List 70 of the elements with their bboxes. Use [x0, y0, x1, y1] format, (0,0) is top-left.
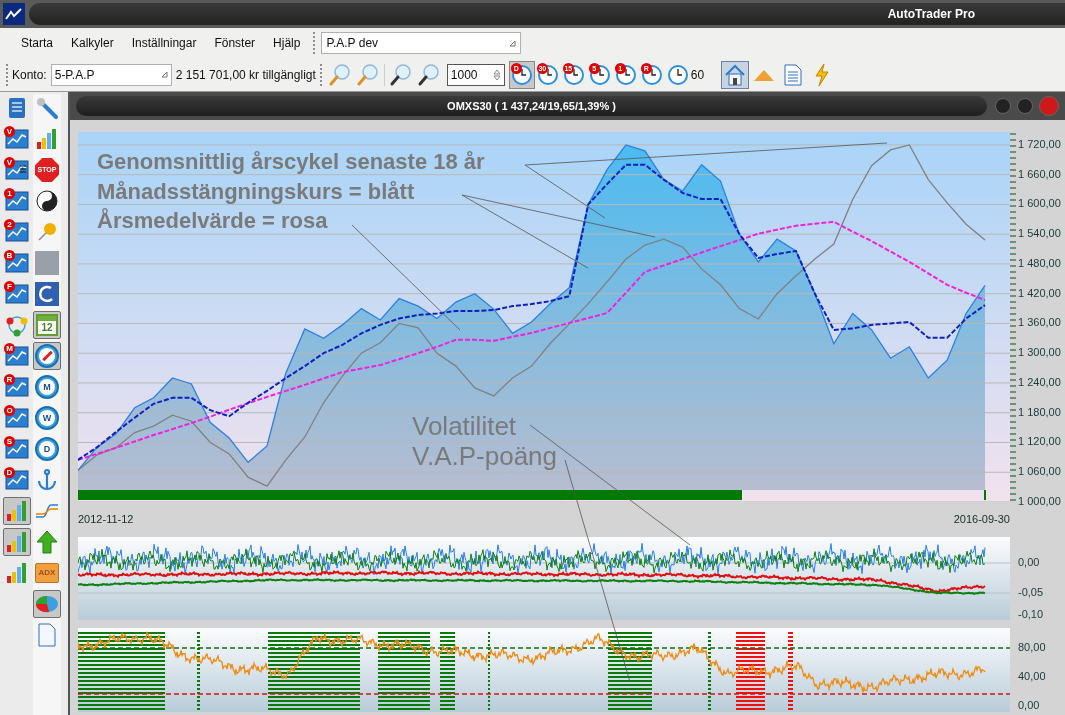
badge: V — [4, 157, 15, 168]
window-dot-button[interactable] — [1017, 98, 1033, 114]
axis-label: 1 540,00 — [1018, 228, 1061, 240]
start-date: 2012-11-12 — [78, 512, 134, 528]
compass-icon[interactable]: D — [33, 435, 61, 463]
axis-label: 1 120,00 — [1018, 436, 1061, 448]
window-dot-button[interactable] — [995, 98, 1011, 114]
compass-icon[interactable] — [33, 342, 61, 370]
compass-icon[interactable]: W — [33, 404, 61, 432]
yin-yang-icon[interactable] — [33, 187, 61, 215]
axis-label: 1 180,00 — [1018, 406, 1061, 418]
compass-icon[interactable]: M — [33, 373, 61, 401]
badge: R — [4, 374, 15, 385]
end-date: 2016-09-30 — [953, 512, 1010, 528]
clock-icon — [667, 64, 688, 85]
axis-label: 1 360,00 — [1018, 317, 1061, 329]
axis-label: 40,00 — [1018, 671, 1046, 682]
axis-label: -0,05 — [1018, 587, 1044, 598]
menu-item[interactable]: Hjälp — [264, 34, 310, 52]
bar-chart-icon[interactable] — [3, 528, 31, 556]
account-dropdown[interactable]: 5-P.A.P — [50, 63, 172, 86]
badge: 1 — [4, 188, 15, 199]
axis-label: 0,00 — [1018, 700, 1040, 711]
dropdown-corner-icon — [509, 39, 517, 47]
workspace-dropdown[interactable]: P.A.P dev — [321, 32, 522, 54]
spinner-arrows-icon — [492, 67, 501, 82]
axis-label: 1 000,00 — [1018, 496, 1061, 507]
pie-chart-icon[interactable] — [33, 590, 61, 618]
home-icon[interactable] — [721, 60, 750, 89]
badge: S — [4, 436, 15, 447]
app-logo-icon — [3, 3, 25, 25]
chart-annotation: Årsmedelvärde = rosa — [97, 210, 328, 232]
interval-button[interactable]: 60 — [664, 60, 708, 89]
calendar-icon[interactable]: 12 — [33, 311, 61, 339]
chart-annotation: Volatilitet — [412, 413, 517, 439]
axis-label: 1 060,00 — [1018, 466, 1061, 478]
badge: F — [4, 281, 15, 292]
bar-count-spinner[interactable]: 1000 — [446, 63, 505, 86]
chart-annotation: Genomsnittlig årscykel senaste 18 år — [97, 151, 485, 173]
axis-label: 1 300,00 — [1018, 347, 1061, 359]
account-label: Konto: — [12, 66, 47, 84]
axis-label: -0,10 — [1018, 609, 1044, 620]
chart-title: OMXS30 ( 1 437,24/19,65/1,39% ) — [447, 98, 616, 114]
axis-label: 1 660,00 — [1018, 168, 1061, 180]
badge: D — [4, 467, 15, 478]
axis-label: 1 480,00 — [1018, 257, 1061, 269]
badge: B — [4, 250, 15, 261]
menu-item[interactable]: Fönster — [205, 34, 265, 52]
axis-label: 1 600,00 — [1018, 198, 1061, 210]
axis-label: 1 420,00 — [1018, 287, 1061, 299]
axis-label: 0,00 — [1018, 557, 1040, 568]
axis-label: 80,00 — [1018, 642, 1046, 653]
swirl-icon[interactable] — [33, 280, 61, 308]
menu-item[interactable]: Inställningar — [122, 34, 206, 52]
menu-item[interactable]: Kalkyler — [62, 34, 123, 52]
badge: 2 — [4, 219, 15, 230]
available-balance: 2 151 701,00 kr tillgängligt — [175, 66, 316, 84]
menu-item[interactable]: Starta — [12, 34, 62, 52]
badge: M — [4, 343, 15, 354]
badge: O — [4, 405, 15, 416]
close-button[interactable] — [1039, 96, 1059, 116]
up-arrow-icon[interactable] — [33, 528, 61, 556]
chart-annotation: V.A.P-poäng — [412, 443, 558, 469]
axis-label: 1 240,00 — [1018, 376, 1061, 388]
dropdown-corner-icon — [160, 71, 168, 78]
window-title: AutoTrader Pro — [887, 6, 975, 23]
axis-label: 1 720,00 — [1018, 138, 1061, 150]
badge: V — [4, 126, 15, 137]
chart-annotation: Månadsstängningskurs = blått — [97, 181, 415, 203]
bar-chart-icon[interactable] — [3, 497, 31, 525]
